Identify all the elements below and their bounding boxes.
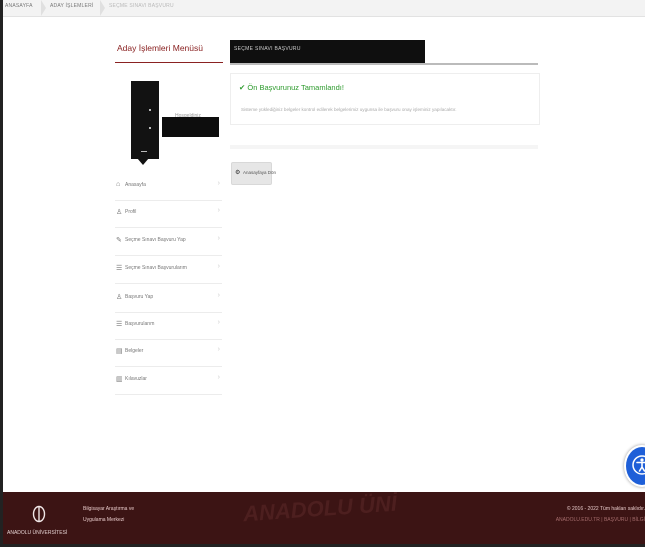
window-frame-left <box>0 0 3 547</box>
footer-watermark-logo: ANADOLU ÜNİ <box>242 492 398 527</box>
sidebar-item-label: Seçme Sınavı Başvurularım <box>125 265 187 271</box>
sidebar-item-label: Belgeler <box>125 348 144 354</box>
sidebar-item-label: Başvurularım <box>125 321 155 327</box>
sidebar-item-label: Anasayfa <box>125 182 146 188</box>
sidebar-item-label: Profil <box>125 209 137 215</box>
panel-header-title: SEÇME SINAVI BAŞVURU <box>234 46 301 52</box>
list-icon: ☰ <box>116 321 123 328</box>
chevron-right-icon: › <box>217 319 220 326</box>
back-to-home-button[interactable]: ⚙ Anasayfaya Dön <box>231 162 276 185</box>
panel-header-redacted: SEÇME SINAVI BAŞVURU <box>230 40 425 65</box>
sidebar-title-underline <box>115 62 223 63</box>
sidebar-item-kilavuzlar[interactable]: ▥ Kılavuzlar › <box>115 368 222 395</box>
success-status-title: ✔ Ön Başvurunuz Tamamlandı! <box>239 83 344 92</box>
home-icon: ⌂ <box>116 181 121 188</box>
breadcrumb-home[interactable]: ANASAYFA <box>5 3 33 9</box>
sidebar-title: Aday İşlemleri Menüsü <box>117 43 203 53</box>
chevron-right-icon: › <box>217 263 220 270</box>
sidebar-item-label: Kılavuzlar <box>125 376 147 382</box>
footer-university-name: ANADOLU ÜNİVERSİTESİ <box>7 530 68 536</box>
sidebar-item-label: Başvuru Yap <box>125 294 154 300</box>
book-icon: ▥ <box>116 376 123 383</box>
profile-avatar-pointer <box>137 158 149 165</box>
footer-copyright: © 2016 - 2022 Tüm hakları saklıdır. <box>566 506 645 512</box>
sidebar-item-anasayfa[interactable]: ⌂ Anasayfa › <box>115 174 222 201</box>
back-to-home-label: Anasayfaya Dön <box>243 170 277 175</box>
sidebar-item-label: Seçme Sınavı Başvuru Yap <box>125 237 186 243</box>
list-icon: ☰ <box>116 265 123 272</box>
footer-links[interactable]: ANADOLU.EDU.TR | BAŞVURU | BİLGİ <box>556 517 645 523</box>
profile-avatar <box>131 81 159 159</box>
breadcrumb-separator <box>100 0 105 16</box>
sidebar-item-belgeler[interactable]: ▤ Belgeler › <box>115 340 222 367</box>
sidebar-item-secme-sinavi-basvuru-yap[interactable]: ✎ Seçme Sınavı Başvuru Yap › <box>115 229 222 256</box>
university-logo-icon <box>32 505 46 523</box>
footer-center-line1: Bilgisayar Araştırma ve <box>83 506 135 512</box>
sidebar-item-basvurularim[interactable]: ☰ Başvurularım › <box>115 313 222 340</box>
chevron-right-icon: › <box>217 180 220 187</box>
sidebar-item-secme-sinavi-basvurularim[interactable]: ☰ Seçme Sınavı Başvurularım › <box>115 257 222 284</box>
status-description: Sisteme yüklediğiniz belgeler kontrol ed… <box>241 107 457 112</box>
user-add-icon: ♙ <box>116 294 123 301</box>
sidebar-item-basvuru-yap[interactable]: ♙ Başvuru Yap › <box>115 286 222 313</box>
status-message-box: ✔ Ön Başvurunuz Tamamlandı! Sisteme yükl… <box>230 73 540 125</box>
chevron-right-icon: › <box>217 235 220 242</box>
chevron-right-icon: › <box>217 207 220 214</box>
apply-icon: ✎ <box>116 237 122 244</box>
panel-header-divider <box>230 63 538 65</box>
chevron-right-icon: › <box>217 374 220 381</box>
breadcrumb: ANASAYFA ADAY İŞLEMLERİ SEÇME SINAVI BAŞ… <box>3 0 645 17</box>
panel-divider <box>230 145 538 149</box>
accessibility-button[interactable] <box>624 445 645 487</box>
breadcrumb-aday-islemleri[interactable]: ADAY İŞLEMLERİ <box>50 3 93 9</box>
breadcrumb-current: SEÇME SINAVI BAŞVURU <box>109 3 174 9</box>
chevron-right-icon: › <box>217 346 220 353</box>
document-icon: ▤ <box>116 348 123 355</box>
breadcrumb-separator <box>41 0 46 16</box>
sidebar-item-profil[interactable]: ♙ Profil › <box>115 201 222 228</box>
profile-name-redacted <box>162 117 219 137</box>
chevron-right-icon: › <box>217 292 220 299</box>
footer-center-line2: Uygulama Merkezi <box>83 517 125 523</box>
user-icon: ♙ <box>116 209 123 216</box>
accessibility-icon <box>632 455 645 475</box>
gear-icon: ⚙ <box>235 170 241 176</box>
